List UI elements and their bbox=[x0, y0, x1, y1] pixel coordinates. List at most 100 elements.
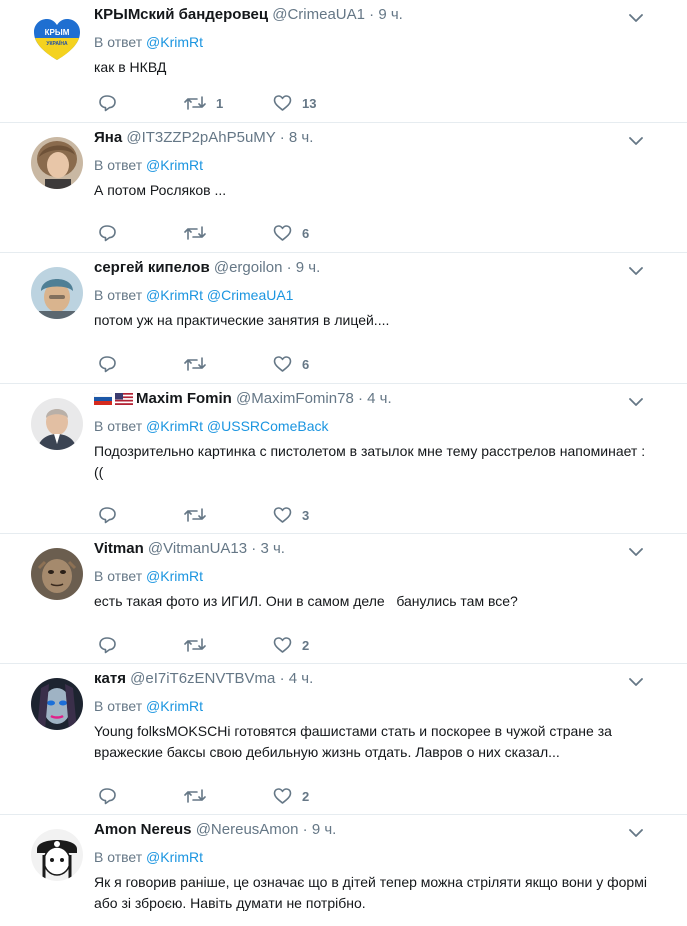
tweet-header: катя @eI7iT6zENVTBVma · 4 ч. bbox=[94, 669, 313, 689]
user-handle[interactable]: @CrimeaUA1 bbox=[272, 6, 365, 23]
tweet[interactable]: Amon Nereus @NereusAmon · 9 ч. В ответ @… bbox=[0, 815, 687, 926]
tweet-actions: 6 bbox=[94, 354, 494, 374]
reply-context: В ответ @KrimRt bbox=[94, 155, 203, 175]
retweet-button[interactable]: 1 bbox=[184, 93, 223, 113]
tweet[interactable]: сергей кипелов @ergoilon · 9 ч. В ответ … bbox=[0, 253, 687, 384]
reply-button[interactable] bbox=[98, 786, 117, 806]
timestamp[interactable]: 8 ч. bbox=[289, 129, 314, 146]
tweet-text: Young folksMOKSCHi готовятся фашистами с… bbox=[94, 723, 612, 760]
display-name[interactable]: сергей кипелов bbox=[94, 259, 210, 276]
chevron-down-icon[interactable] bbox=[627, 262, 645, 280]
tweet[interactable]: Яна @IT3ZZP2pAhP5uMY · 8 ч. В ответ @Kri… bbox=[0, 123, 687, 253]
chevron-down-icon[interactable] bbox=[627, 9, 645, 27]
separator-dot: · bbox=[369, 6, 375, 23]
mention-link[interactable]: @CrimeaUA1 bbox=[207, 287, 294, 303]
avatar[interactable] bbox=[31, 398, 83, 450]
mention-link[interactable]: @KrimRt bbox=[146, 157, 203, 173]
avatar[interactable] bbox=[31, 267, 83, 319]
tweet-header: Яна @IT3ZZP2pAhP5uMY · 8 ч. bbox=[94, 128, 313, 148]
tweet[interactable]: КРЫМ УКРАЇНА КРЫМский бандеровец @Crimea… bbox=[0, 0, 687, 123]
tweet[interactable]: Vitman @VitmanUA13 · 3 ч. В ответ @KrimR… bbox=[0, 534, 687, 664]
mention-link[interactable]: @KrimRt bbox=[146, 34, 203, 50]
timestamp[interactable]: 9 ч. bbox=[312, 821, 337, 838]
tweet-text: как в НКВД bbox=[94, 59, 167, 75]
retweet-button[interactable] bbox=[184, 223, 216, 243]
retweet-icon bbox=[184, 508, 206, 522]
like-count: 2 bbox=[302, 788, 310, 804]
timestamp[interactable]: 9 ч. bbox=[296, 259, 321, 276]
heart-icon bbox=[273, 225, 292, 241]
user-handle[interactable]: @ergoilon bbox=[214, 259, 283, 276]
user-handle[interactable]: @eI7iT6zENVTBVma bbox=[130, 670, 275, 687]
timestamp[interactable]: 4 ч. bbox=[289, 670, 314, 687]
reply-button[interactable] bbox=[98, 635, 117, 655]
reply-button[interactable] bbox=[98, 505, 117, 525]
separator-dot: · bbox=[357, 390, 363, 407]
mention-link[interactable]: @KrimRt bbox=[146, 287, 203, 303]
chevron-down-icon[interactable] bbox=[627, 132, 645, 150]
retweet-count: 1 bbox=[216, 95, 224, 111]
tweet-header: сергей кипелов @ergoilon · 9 ч. bbox=[94, 258, 320, 278]
timestamp[interactable]: 4 ч. bbox=[367, 390, 392, 407]
user-handle[interactable]: @NereusAmon bbox=[196, 821, 299, 838]
like-button[interactable]: 2 bbox=[273, 635, 309, 655]
display-name[interactable]: Vitman bbox=[94, 540, 144, 557]
retweet-icon bbox=[184, 226, 206, 240]
display-name[interactable]: катя bbox=[94, 670, 126, 687]
separator-dot: · bbox=[302, 821, 308, 838]
user-handle[interactable]: @MaximFomin78 bbox=[236, 390, 354, 407]
tweet-actions: 1 13 bbox=[94, 93, 494, 113]
separator-dot: · bbox=[286, 259, 292, 276]
display-name[interactable]: Amon Nereus bbox=[94, 821, 192, 838]
chevron-down-icon[interactable] bbox=[627, 543, 645, 561]
retweet-button[interactable] bbox=[184, 354, 216, 374]
like-button[interactable]: 6 bbox=[273, 223, 309, 243]
display-name[interactable]: КРЫМский бандеровец bbox=[94, 6, 268, 23]
like-button[interactable]: 3 bbox=[273, 505, 309, 525]
reply-prefix: В ответ bbox=[94, 568, 143, 584]
chevron-down-icon[interactable] bbox=[627, 393, 645, 411]
avatar[interactable] bbox=[31, 548, 83, 600]
avatar[interactable] bbox=[31, 678, 83, 730]
user-handle[interactable]: @IT3ZZP2pAhP5uMY bbox=[126, 129, 275, 146]
usa-flag-icon bbox=[115, 393, 133, 405]
reply-prefix: В ответ bbox=[94, 698, 143, 714]
reply-button[interactable] bbox=[98, 93, 117, 113]
mention-link[interactable]: @USSRComeBack bbox=[207, 418, 329, 434]
reply-context: В ответ @KrimRt bbox=[94, 847, 203, 867]
mention-link[interactable]: @KrimRt bbox=[146, 568, 203, 584]
reply-button[interactable] bbox=[98, 354, 117, 374]
mention-link[interactable]: @KrimRt bbox=[146, 698, 203, 714]
like-button[interactable]: 13 bbox=[273, 93, 316, 113]
tweet-actions: 2 bbox=[94, 786, 494, 806]
avatar[interactable]: КРЫМ УКРАЇНА bbox=[31, 14, 83, 66]
chevron-down-icon[interactable] bbox=[627, 824, 645, 842]
like-button[interactable]: 2 bbox=[273, 786, 309, 806]
avatar[interactable] bbox=[31, 829, 83, 881]
reply-context: В ответ @KrimRt @CrimeaUA1 bbox=[94, 285, 293, 305]
like-count: 13 bbox=[302, 95, 317, 111]
russia-flag-icon bbox=[94, 393, 112, 405]
avatar[interactable] bbox=[31, 137, 83, 189]
mention-link[interactable]: @KrimRt bbox=[146, 418, 203, 434]
retweet-button[interactable] bbox=[184, 786, 216, 806]
display-name[interactable]: Maxim Fomin bbox=[136, 390, 232, 407]
display-name[interactable]: Яна bbox=[94, 129, 122, 146]
timestamp[interactable]: 3 ч. bbox=[260, 540, 285, 557]
tweet[interactable]: катя @eI7iT6zENVTBVma · 4 ч. В ответ @Kr… bbox=[0, 664, 687, 815]
tweet-actions: 3 bbox=[94, 505, 494, 525]
reply-icon bbox=[99, 637, 116, 654]
chevron-down-icon[interactable] bbox=[627, 673, 645, 691]
tweet-header: Vitman @VitmanUA13 · 3 ч. bbox=[94, 539, 285, 559]
tweet-header: Amon Nereus @NereusAmon · 9 ч. bbox=[94, 820, 336, 840]
separator-dot: · bbox=[279, 129, 285, 146]
retweet-button[interactable] bbox=[184, 635, 216, 655]
mention-link[interactable]: @KrimRt bbox=[146, 849, 203, 865]
timestamp[interactable]: 9 ч. bbox=[378, 6, 403, 23]
reply-prefix: В ответ bbox=[94, 157, 143, 173]
user-handle[interactable]: @VitmanUA13 bbox=[148, 540, 247, 557]
tweet[interactable]: Maxim Fomin @MaximFomin78 · 4 ч. В ответ… bbox=[0, 384, 687, 534]
reply-button[interactable] bbox=[98, 223, 117, 243]
retweet-button[interactable] bbox=[184, 505, 216, 525]
like-button[interactable]: 6 bbox=[273, 354, 309, 374]
